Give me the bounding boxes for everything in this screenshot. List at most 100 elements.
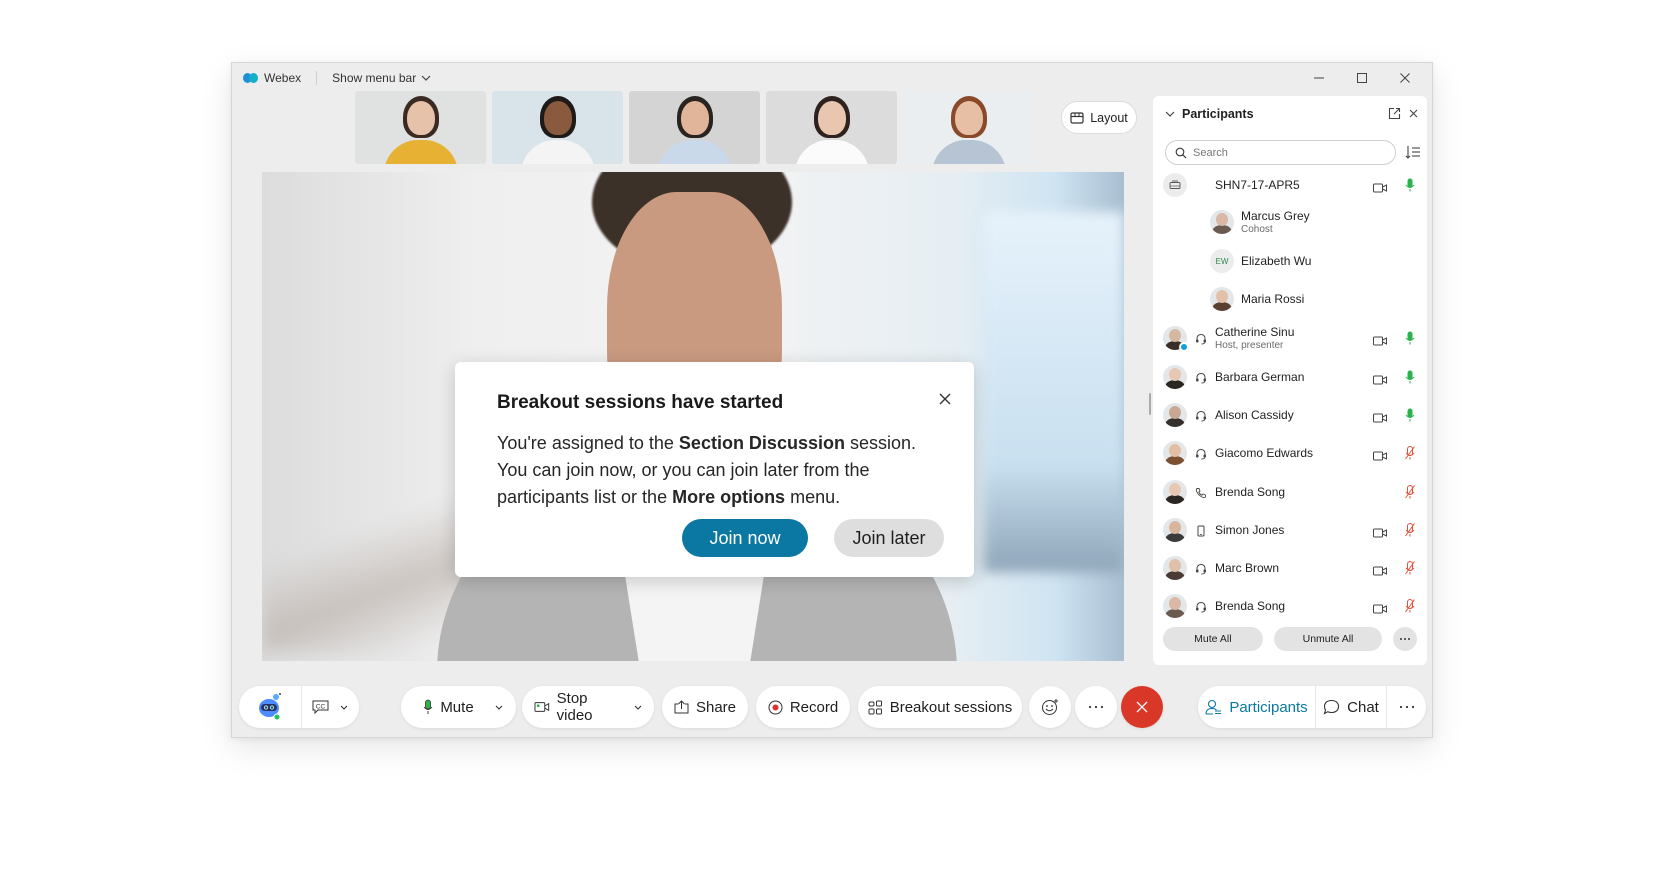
video-options-button[interactable] <box>626 686 650 728</box>
end-call-button[interactable] <box>1121 686 1163 728</box>
video-status-icon <box>1373 180 1387 193</box>
pop-out-icon[interactable] <box>1388 107 1401 120</box>
join-later-button[interactable]: Join later <box>834 519 944 557</box>
participant-name: Simon Jones <box>1215 522 1285 537</box>
chevron-down-icon[interactable] <box>339 702 349 712</box>
breakout-sessions-dialog: Breakout sessions have started You're as… <box>455 362 974 577</box>
close-icon <box>1399 73 1410 83</box>
show-menu-bar-button[interactable]: Show menu bar <box>332 71 431 85</box>
reactions-button[interactable] <box>1029 686 1071 728</box>
dialog-line-1: You're assigned to the Section Discussio… <box>497 430 937 457</box>
closed-captions-button[interactable]: CC <box>302 686 359 728</box>
video-status-icon <box>1373 333 1387 346</box>
headset-connection-icon <box>1195 562 1207 575</box>
mute-all-button[interactable]: Mute All <box>1163 627 1263 651</box>
participant-row[interactable]: Brenda Song <box>1153 473 1427 511</box>
participant-row[interactable]: Catherine Sinu Host, presenter <box>1153 318 1427 358</box>
thumbnail-body <box>931 140 1006 164</box>
window-controls <box>1297 63 1426 93</box>
participant-video-thumbnail[interactable] <box>903 91 1034 164</box>
unmute-all-button[interactable]: Unmute All <box>1273 627 1383 651</box>
participant-video-thumbnail[interactable] <box>355 91 486 164</box>
participant-row[interactable]: Brenda Song <box>1153 587 1427 625</box>
room-member-row[interactable]: Maria Rossi <box>1153 280 1427 318</box>
headset-connection-icon <box>1195 371 1207 384</box>
participants-more-button[interactable] <box>1393 627 1417 651</box>
mic-on-icon <box>1405 370 1415 384</box>
active-speaker-video[interactable]: Breakout sessions have started You're as… <box>262 172 1124 661</box>
collapse-chevron-icon[interactable] <box>1164 108 1176 120</box>
participant-name: Giacomo Edwards <box>1215 446 1314 461</box>
mic-on-icon <box>1405 331 1415 345</box>
minimize-button[interactable] <box>1297 63 1340 93</box>
share-button-inner[interactable]: Share <box>662 686 748 728</box>
record-icon <box>768 700 783 714</box>
participants-toggle-button[interactable]: Participants <box>1198 686 1315 728</box>
audio-options-button[interactable] <box>486 686 512 728</box>
layout-label: Layout <box>1090 110 1128 125</box>
participant-initials-avatar: EW <box>1210 249 1234 273</box>
participant-row[interactable]: Simon Jones <box>1153 511 1427 549</box>
room-member-row[interactable]: EW Elizabeth Wu <box>1153 242 1427 280</box>
video-camera-icon <box>534 702 550 712</box>
panel-resize-handle[interactable] <box>1149 393 1151 415</box>
participant-name: Brenda Song <box>1215 484 1286 499</box>
mute-label: Mute <box>440 698 474 716</box>
join-now-button[interactable]: Join now <box>682 519 808 557</box>
record-button[interactable]: Record <box>756 686 850 728</box>
more-panels-button[interactable] <box>1387 686 1426 728</box>
participant-row[interactable]: Giacomo Edwards <box>1153 434 1427 472</box>
closed-captions-icon: CC <box>312 700 329 714</box>
more-options-reference: More options <box>672 487 786 507</box>
share-button[interactable]: Share <box>662 686 748 728</box>
close-panel-icon[interactable] <box>1407 107 1420 120</box>
dialog-line-2: You can join now, or you can join later … <box>497 460 870 480</box>
participant-avatar <box>1163 365 1187 390</box>
room-member-row[interactable]: Marcus Grey Cohost <box>1153 202 1427 242</box>
panel-toggle-group: Participants Chat <box>1198 686 1426 728</box>
headset-connection-icon <box>1195 600 1207 613</box>
participant-avatar <box>1163 441 1187 466</box>
minimize-icon <box>1313 77 1324 79</box>
mic-muted-icon <box>1405 484 1415 499</box>
more-icon <box>1088 705 1104 709</box>
participant-video-thumbnail[interactable] <box>766 91 897 164</box>
sort-list-icon[interactable] <box>1405 144 1421 160</box>
layout-button[interactable]: Layout <box>1061 101 1137 134</box>
participant-row[interactable]: Barbara German <box>1153 358 1427 396</box>
record-label: Record <box>789 698 839 716</box>
participants-panel-header: Participants <box>1153 96 1427 132</box>
dialog-text: menu. <box>785 487 841 507</box>
participant-row[interactable]: Alison Cassidy <box>1153 396 1427 434</box>
stop-video-button[interactable]: Stop video <box>522 686 626 728</box>
participant-name: Maria Rossi <box>1241 292 1305 306</box>
breakout-sessions-button[interactable]: Breakout sessions <box>858 686 1022 728</box>
close-window-button[interactable] <box>1383 63 1426 93</box>
mic-on-icon <box>1405 408 1415 422</box>
search-input[interactable] <box>1193 146 1383 159</box>
room-device-row[interactable]: SHN7-17-APR5 <box>1153 168 1427 202</box>
ai-assistant-button[interactable] <box>239 686 301 728</box>
breakout-sessions-button-inner[interactable]: Breakout sessions <box>858 686 1022 728</box>
maximize-button[interactable] <box>1340 63 1383 93</box>
mic-muted-icon <box>1405 599 1415 613</box>
thumbnail-face <box>817 101 846 135</box>
app-name: Webex <box>264 71 302 85</box>
video-status-icon <box>1373 601 1387 614</box>
background-window <box>984 212 1124 572</box>
participant-row[interactable]: Marc Brown <box>1153 549 1427 587</box>
dialog-text: You're assigned to the <box>497 433 679 453</box>
participant-video-thumbnail[interactable] <box>629 91 760 164</box>
thumbnail-face <box>543 101 572 135</box>
record-button-inner[interactable]: Record <box>756 686 850 728</box>
participant-video-thumbnail[interactable] <box>492 91 623 164</box>
more-options-button[interactable] <box>1075 686 1117 728</box>
share-icon <box>674 700 689 714</box>
chat-toggle-button[interactable]: Chat <box>1316 686 1386 728</box>
headset-connection-icon <box>1195 409 1207 422</box>
mute-button[interactable]: Mute <box>401 686 486 728</box>
participants-search[interactable] <box>1165 140 1396 165</box>
participant-avatar <box>1210 287 1234 311</box>
thumbnail-body <box>520 140 595 164</box>
dialog-close-icon[interactable] <box>936 390 954 408</box>
